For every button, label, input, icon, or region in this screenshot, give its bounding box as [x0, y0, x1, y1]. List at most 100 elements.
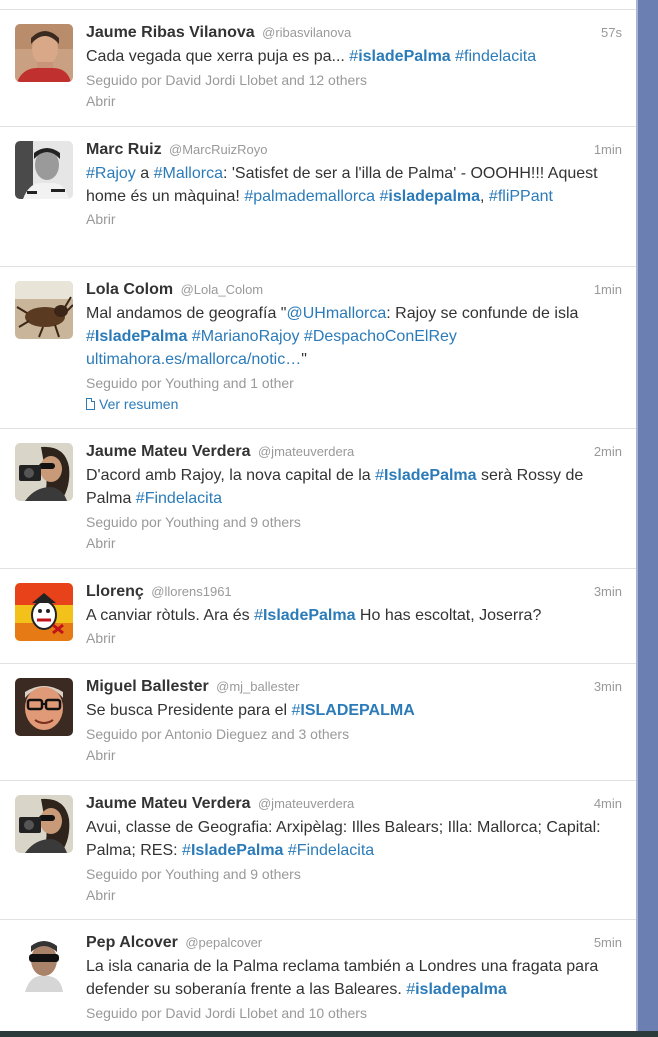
tweet-item[interactable]: Pep Alcover @pepalcover 5min La isla can…: [0, 920, 636, 1031]
hashtag-link[interactable]: #DespachoConElRey: [304, 328, 457, 345]
view-summary-link[interactable]: Ver resumen: [86, 393, 624, 415]
hashtag-link[interactable]: #fliPPant: [489, 188, 553, 205]
author-handle[interactable]: @pepalcover: [185, 935, 262, 950]
tweet-timestamp[interactable]: 57s: [601, 22, 622, 44]
tweet-item[interactable]: Jaume Ribas Vilanova @ribasvilanova 57s …: [0, 10, 636, 127]
open-link[interactable]: Abrir: [86, 884, 624, 906]
tweet-text-segment: a: [135, 165, 154, 182]
tweet-item[interactable]: Jaume Mateu Verdera @jmateuverdera 4min …: [0, 781, 636, 920]
open-link[interactable]: Abrir: [86, 627, 624, 649]
hashtag-link[interactable]: isladePalma: [358, 48, 451, 65]
author-name[interactable]: Jaume Ribas Vilanova: [86, 24, 255, 41]
avatar[interactable]: [15, 443, 73, 501]
tweet-text: A canviar ròtuls. Ara és #IsladePalma Ho…: [86, 604, 624, 627]
open-link[interactable]: Abrir: [86, 90, 624, 112]
avatar[interactable]: [15, 795, 73, 853]
followed-by-context[interactable]: Seguido por Youthing and 9 others: [86, 864, 624, 884]
hashtag-link[interactable]: isladepalma: [415, 981, 507, 998]
hashtag-link[interactable]: #Rajoy: [86, 165, 136, 182]
tweet-text: Se busca Presidente para el #ISLADEPALMA: [86, 699, 624, 722]
tweet-text-segment: : Rajoy se confunde de isla: [386, 305, 579, 322]
hashtag-link[interactable]: #palmademallorca: [244, 188, 375, 205]
tweet-timestamp[interactable]: 1min: [594, 279, 622, 301]
hashtag-link[interactable]: IsladePalma: [384, 467, 477, 484]
tweet-timestamp[interactable]: 4min: [594, 793, 622, 815]
tweet-item[interactable]: Llorenç @llorens1961 3min A canviar ròtu…: [0, 569, 636, 664]
followed-by-context[interactable]: Seguido por Youthing and 1 other: [86, 373, 624, 393]
avatar[interactable]: [15, 583, 73, 641]
open-link[interactable]: Abrir: [86, 532, 624, 554]
hashtag-link[interactable]: #Mallorca: [154, 165, 223, 182]
hashtag-link[interactable]: IsladePalma: [191, 842, 284, 859]
tweet-timestamp[interactable]: 2min: [594, 441, 622, 463]
tweet-text-segment: Se busca Presidente para el: [86, 702, 292, 719]
tweet-item[interactable]: Jaume Mateu Verdera @jmateuverdera 2min …: [0, 429, 636, 569]
tweet-timestamp[interactable]: 3min: [594, 581, 622, 603]
hashtag-link[interactable]: #Findelacita: [288, 842, 374, 859]
tweet-text-segment: ": [301, 351, 307, 368]
hashtag-link[interactable]: #: [349, 48, 358, 65]
open-link[interactable]: Abrir: [86, 208, 624, 230]
followed-by-context[interactable]: Seguido por David Jordi Llobet and 12 ot…: [86, 70, 624, 90]
avatar[interactable]: [15, 24, 73, 82]
avatar[interactable]: [15, 678, 73, 736]
author-handle[interactable]: @mj_ballester: [216, 679, 299, 694]
hashtag-link[interactable]: #: [254, 607, 263, 624]
tweet-item[interactable]: Miguel Ballester @mj_ballester 3min Se b…: [0, 664, 636, 781]
tweet-text-segment: D'acord amb Rajoy, la nova capital de la: [86, 467, 376, 484]
tweet-timestamp[interactable]: 3min: [594, 676, 622, 698]
hashtag-link[interactable]: #: [375, 467, 384, 484]
tweet-item[interactable]: Lola Colom @Lola_Colom 1min Mal andamos …: [0, 267, 636, 429]
hashtag-link[interactable]: IsladePalma: [263, 607, 356, 624]
tweet-text-segment: Ho has escoltat, Joserra?: [355, 607, 542, 624]
author-name[interactable]: Miguel Ballester: [86, 678, 209, 695]
tweet-text-segment: ,: [480, 188, 489, 205]
author-name[interactable]: Lola Colom: [86, 281, 173, 298]
tweet-text: D'acord amb Rajoy, la nova capital de la…: [86, 464, 624, 510]
tweet-timestamp[interactable]: 5min: [594, 932, 622, 954]
hashtag-link[interactable]: isladepalma: [388, 188, 480, 205]
hashtag-link[interactable]: #: [86, 328, 95, 345]
tweet-text: Cada vegada que xerra puja es pa... #isl…: [86, 45, 624, 68]
open-link[interactable]: Abrir: [86, 744, 624, 766]
author-name[interactable]: Llorenç: [86, 583, 144, 600]
hashtag-link[interactable]: #: [182, 842, 191, 859]
author-handle[interactable]: @llorens1961: [151, 584, 231, 599]
tweet-stream: Jaume Ribas Vilanova @ribasvilanova 57s …: [0, 0, 636, 1031]
tweet-text: Avui, classe de Geografia: Arxipèlag: Il…: [86, 816, 624, 862]
avatar[interactable]: [15, 934, 73, 992]
tweet-item[interactable]: Marc Ruiz @MarcRuizRoyo 1min #Rajoy a #M…: [0, 127, 636, 267]
document-icon: [86, 398, 95, 410]
tweet-timestamp[interactable]: 1min: [594, 139, 622, 161]
followed-by-context[interactable]: Seguido por David Jordi Llobet and 10 ot…: [86, 1003, 624, 1023]
author-handle[interactable]: @jmateuverdera: [258, 796, 354, 811]
author-handle[interactable]: @MarcRuizRoyo: [169, 142, 267, 157]
author-handle[interactable]: @Lola_Colom: [181, 282, 264, 297]
avatar[interactable]: [15, 141, 73, 199]
hashtag-link[interactable]: @UHmallorca: [286, 305, 386, 322]
tweet-text: #Rajoy a #Mallorca: 'Satisfet de ser a l…: [86, 162, 624, 208]
author-name[interactable]: Marc Ruiz: [86, 141, 162, 158]
bottom-edge: [0, 1031, 658, 1037]
tweet-text: La isla canaria de la Palma reclama tamb…: [86, 955, 624, 1001]
hashtag-link[interactable]: #MarianoRajoy: [192, 328, 300, 345]
followed-by-context[interactable]: Seguido por Youthing and 9 others: [86, 512, 624, 532]
author-handle[interactable]: @ribasvilanova: [262, 25, 351, 40]
author-name[interactable]: Pep Alcover: [86, 934, 178, 951]
author-name[interactable]: Jaume Mateu Verdera: [86, 443, 251, 460]
tweet-text-segment: Mal andamos de geografía ": [86, 305, 287, 322]
hashtag-link[interactable]: #Findelacita: [136, 490, 222, 507]
author-name[interactable]: Jaume Mateu Verdera: [86, 795, 251, 812]
tweet-text-segment: La isla canaria de la Palma reclama tamb…: [86, 958, 599, 998]
url-link[interactable]: ultimahora.es/mallorca/notic…: [86, 351, 301, 368]
tweet-text: Mal andamos de geografía "@UHmallorca: R…: [86, 302, 624, 371]
hashtag-link[interactable]: #: [406, 981, 415, 998]
tweet-text-segment: Cada vegada que xerra puja es pa...: [86, 48, 350, 65]
author-handle[interactable]: @jmateuverdera: [258, 444, 354, 459]
hashtag-link[interactable]: #findelacita: [455, 48, 536, 65]
hashtag-link[interactable]: ISLADEPALMA: [300, 702, 414, 719]
hashtag-link[interactable]: IsladePalma: [95, 328, 188, 345]
followed-by-context[interactable]: Seguido por Antonio Dieguez and 3 others: [86, 724, 624, 744]
view-summary-label: Ver resumen: [99, 396, 179, 412]
avatar[interactable]: [15, 281, 73, 339]
